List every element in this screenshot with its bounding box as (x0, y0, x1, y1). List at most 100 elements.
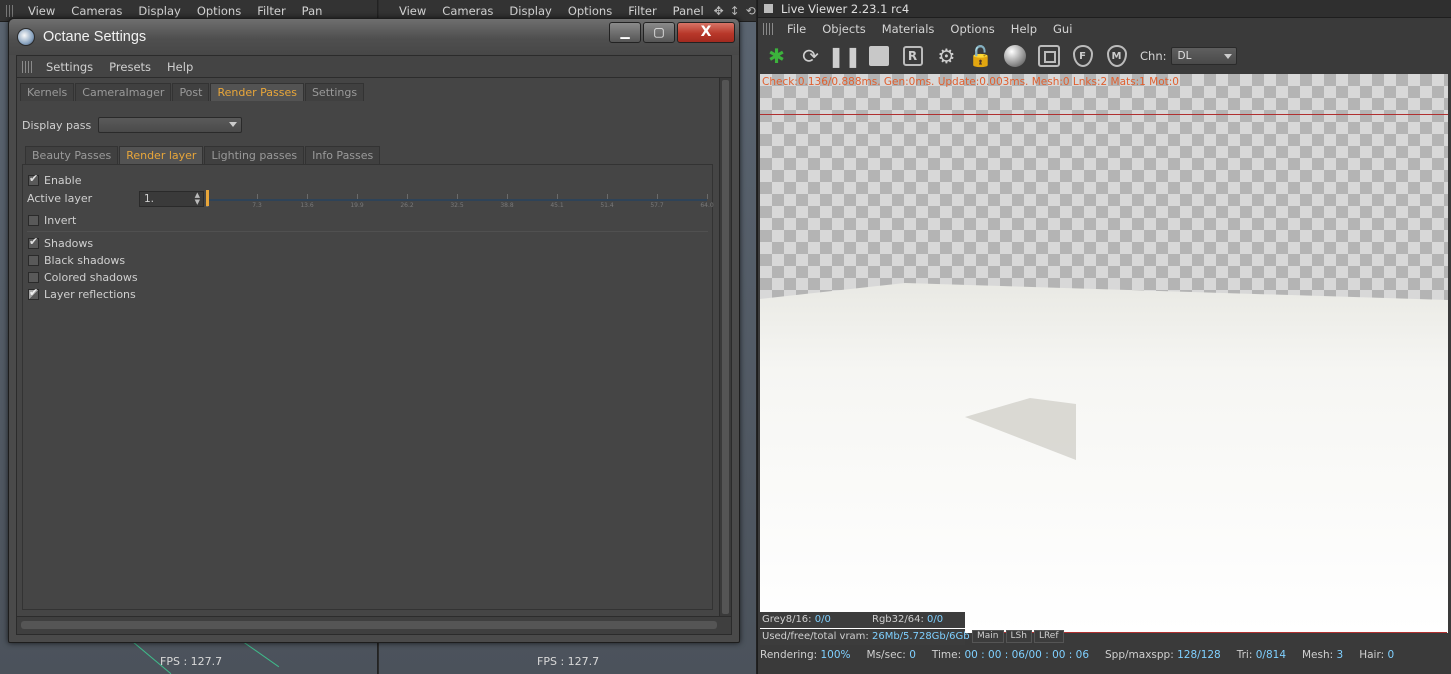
slider-tick (307, 194, 308, 199)
channel-select[interactable]: DL (1171, 47, 1238, 65)
colored-shadows-row[interactable]: Colored shadows (28, 269, 138, 285)
menu-display[interactable]: Display (501, 4, 559, 18)
tab-info-passes[interactable]: Info Passes (305, 146, 381, 164)
live-viewer-menubar: File Objects Materials Options Help Gui (758, 18, 1451, 40)
tab-lighting-passes[interactable]: Lighting passes (204, 146, 305, 164)
menu-options[interactable]: Options (189, 4, 249, 18)
enable-checkbox[interactable] (28, 172, 39, 186)
slider-tick (657, 194, 658, 199)
render-stats: Check:0.136/0.888ms. Gen:0ms. Update:0.0… (762, 76, 1179, 88)
material-sphere-icon[interactable] (1000, 42, 1029, 71)
menu-cameras[interactable]: Cameras (63, 4, 130, 18)
maximize-button[interactable]: ▢ (643, 22, 675, 43)
material-pin-icon[interactable]: M (1102, 42, 1131, 71)
octane-logo-icon[interactable]: ✱ (762, 42, 791, 71)
black-shadows-checkbox[interactable] (28, 254, 39, 266)
slider-tick (407, 194, 408, 199)
menu-objects[interactable]: Objects (814, 22, 873, 36)
tab-beauty-passes[interactable]: Beauty Passes (25, 146, 119, 164)
menu-display[interactable]: Display (130, 4, 188, 18)
time-status: Time: 00 : 00 : 06/00 : 00 : 06 (931, 649, 1090, 661)
tab-render-layer[interactable]: Render layer (119, 146, 204, 164)
mesh-status: Mesh: 3 (1302, 649, 1344, 661)
tab-post[interactable]: Post (172, 83, 210, 101)
shadows-row[interactable]: Shadows (28, 235, 93, 251)
live-viewer-titlebar[interactable]: Live Viewer 2.23.1 rc4 (758, 0, 1451, 18)
enable-row[interactable]: Enable (28, 172, 81, 188)
buffer-stats: Grey8/16: 0/0 Rgb32/64: 0/0 (760, 612, 965, 628)
colored-shadows-label: Colored shadows (44, 270, 138, 284)
menu-filter[interactable]: Filter (249, 4, 293, 18)
vertical-scrollbar[interactable] (719, 78, 731, 616)
main-layer-button[interactable]: Main (972, 630, 1004, 643)
menu-help[interactable]: Help (159, 60, 201, 74)
tab-kernels[interactable]: Kernels (20, 83, 75, 101)
layer-reflections-checkbox[interactable] (28, 286, 39, 300)
menu-cameras[interactable]: Cameras (434, 4, 501, 18)
grey-value: 0/0 (814, 614, 831, 625)
invert-checkbox[interactable] (28, 214, 39, 226)
slider-tick (557, 194, 558, 199)
slider-tick-label: 13.6 (300, 202, 314, 209)
refresh-icon[interactable]: ⟳ (796, 42, 825, 71)
scrollbar-thumb[interactable] (722, 80, 729, 614)
close-button[interactable]: X (677, 22, 735, 43)
region-icon[interactable] (1034, 42, 1063, 71)
menu-file[interactable]: File (779, 22, 814, 36)
lsh-layer-button[interactable]: LSh (1005, 630, 1032, 643)
spinner-arrows-icon[interactable]: ▲ ▼ (195, 192, 200, 206)
colored-shadows-checkbox[interactable] (28, 271, 39, 283)
vram-value: 26Mb/5.728Gb/6Gb (871, 631, 970, 642)
display-pass-select[interactable] (98, 117, 242, 133)
layer-reflections-row[interactable]: Layer reflections (28, 286, 136, 302)
menu-presets[interactable]: Presets (101, 60, 159, 74)
channel-label: Chn: (1140, 49, 1167, 63)
active-layer-value: 1. (144, 193, 155, 205)
menu-view[interactable]: View (391, 4, 434, 18)
render-view[interactable]: Check:0.136/0.888ms. Gen:0ms. Update:0.0… (760, 74, 1448, 633)
horizontal-scrollbar[interactable] (17, 616, 731, 634)
menu-options[interactable]: Options (942, 22, 1002, 36)
window-menu-icon[interactable] (764, 4, 773, 13)
viewport-nav-icons: ✥ ↕ ⟲ ▣ (712, 4, 756, 18)
stop-icon[interactable] (864, 42, 893, 71)
slider-handle[interactable] (206, 190, 209, 206)
layer-buttons: Main LSh LRef (972, 630, 1064, 643)
menu-materials[interactable]: Materials (874, 22, 943, 36)
menu-panel[interactable]: Pan (294, 4, 331, 18)
shadows-checkbox[interactable] (28, 235, 39, 249)
rotate-icon[interactable]: ⟲ (744, 4, 756, 18)
render-region-line (760, 114, 1448, 115)
rgb-label: Rgb32/64: (872, 614, 924, 625)
invert-row[interactable]: Invert (28, 212, 76, 228)
black-shadows-row[interactable]: Black shadows (28, 252, 125, 268)
focus-pin-icon[interactable]: F (1068, 42, 1097, 71)
menu-filter[interactable]: Filter (620, 4, 664, 18)
gear-icon[interactable]: ⚙ (932, 42, 961, 71)
pause-icon[interactable]: ❚❚ (828, 42, 862, 71)
menu-settings[interactable]: Settings (38, 60, 101, 74)
display-pass-row: Display pass (22, 115, 242, 135)
minimize-button[interactable]: ▁ (609, 22, 641, 43)
lock-icon[interactable]: 🔓 (966, 42, 995, 71)
octane-content: Kernels CameraImager Post Render Passes … (17, 78, 719, 616)
slider-tick-label: 38.8 (500, 202, 514, 209)
scrollbar-thumb[interactable] (21, 621, 717, 629)
tab-settings[interactable]: Settings (304, 83, 365, 101)
menu-panel[interactable]: Panel (665, 4, 712, 18)
r-icon[interactable]: R (898, 42, 927, 71)
lref-layer-button[interactable]: LRef (1033, 630, 1064, 643)
menu-view[interactable]: View (20, 4, 63, 18)
window-titlebar[interactable]: Octane Settings ▁ ▢ X (9, 19, 739, 55)
menu-help[interactable]: Help (1003, 22, 1045, 36)
menu-options[interactable]: Options (560, 4, 620, 18)
active-layer-input[interactable]: 1. ▲ ▼ (139, 191, 204, 207)
move-icon[interactable]: ✥ (712, 4, 726, 18)
slider-tick-label: 7.3 (252, 202, 262, 209)
active-layer-slider[interactable] (207, 199, 707, 201)
render-status-bar: Rendering: 100% Ms/sec: 0 Time: 00 : 00 … (758, 646, 1451, 664)
zoom-icon[interactable]: ↕ (728, 4, 742, 18)
tab-cameraimager[interactable]: CameraImager (75, 83, 172, 101)
menu-gui[interactable]: Gui (1045, 22, 1080, 36)
tab-render-passes[interactable]: Render Passes (210, 83, 304, 101)
